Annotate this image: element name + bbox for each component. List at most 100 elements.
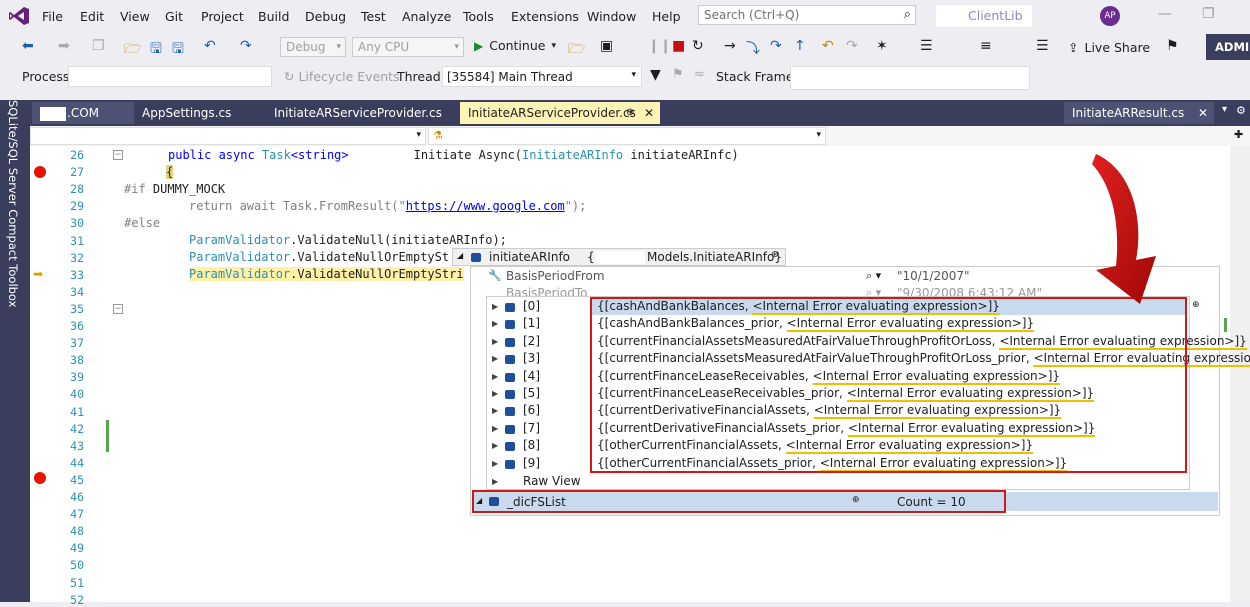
menu-build[interactable]: Build: [258, 9, 289, 24]
screenshot-icon[interactable]: ▣: [600, 38, 613, 54]
menu-debug[interactable]: Debug: [305, 9, 346, 24]
menu-analyze[interactable]: Analyze: [402, 9, 451, 24]
pin-icon[interactable]: ⊕: [626, 102, 634, 124]
admin-badge[interactable]: ADMIN: [1206, 34, 1250, 60]
expand-triangle-icon[interactable]: ▶: [492, 337, 498, 346]
item-index[interactable]: [6]: [523, 403, 540, 417]
split-editor-icon[interactable]: ✚: [1234, 128, 1243, 141]
menu-tools[interactable]: Tools: [463, 9, 494, 24]
hot-reload-icon[interactable]: ✶: [876, 38, 888, 54]
pin-icon[interactable]: ⊕: [771, 250, 779, 260]
expand-triangle-icon[interactable]: ▶: [492, 406, 498, 415]
pin-icon[interactable]: ⊕: [1192, 300, 1200, 310]
forward-icon[interactable]: ➡: [58, 38, 70, 54]
close-icon[interactable]: ✕: [1198, 102, 1208, 124]
item-index[interactable]: [0]: [523, 299, 540, 313]
search-box[interactable]: Search (Ctrl+Q) ⌕: [698, 5, 916, 25]
settings-icon[interactable]: ⚙: [1236, 104, 1246, 117]
search-icon[interactable]: ⌕ ▾: [866, 269, 881, 283]
tab-initiatear-service-provider-1[interactable]: InitiateARServiceProvider.cs: [266, 102, 458, 124]
live-share-button[interactable]: ⇪ Live Share: [1068, 40, 1150, 55]
pause-icon[interactable]: ❙❙: [648, 38, 671, 54]
undo-icon[interactable]: ↶: [822, 38, 834, 54]
flag-icon[interactable]: ⚑: [672, 67, 684, 82]
menu-view[interactable]: View: [120, 9, 150, 24]
tab-initiatear-result[interactable]: InitiateARResult.cs ✕: [1064, 102, 1214, 124]
expand-triangle-icon[interactable]: ▶: [492, 319, 498, 328]
continue-button[interactable]: ▶ Continue ▾: [474, 38, 556, 53]
new-project-icon[interactable]: ❐: [92, 38, 105, 54]
item-index[interactable]: [9]: [523, 456, 540, 470]
menu-test[interactable]: Test: [361, 9, 386, 24]
back-icon[interactable]: ⬅: [22, 38, 34, 54]
project-dropdown[interactable]: ▾: [30, 127, 426, 145]
minimize-icon[interactable]: —: [1158, 6, 1172, 22]
folder-icon[interactable]: 🗁: [568, 38, 585, 62]
item-index[interactable]: [1]: [523, 316, 540, 330]
undo-icon[interactable]: ↶: [204, 38, 216, 54]
raw-view-label[interactable]: Raw View: [523, 474, 581, 488]
filter-icon[interactable]: ▼: [650, 67, 661, 83]
save-icon[interactable]: 🖫: [150, 38, 162, 62]
menu-project[interactable]: Project: [201, 9, 244, 24]
search-icon[interactable]: ⌕: [904, 7, 911, 22]
stack-frame-dropdown[interactable]: [790, 66, 1030, 90]
expand-triangle-icon[interactable]: ▶: [492, 459, 498, 468]
breakpoint-icon[interactable]: [34, 472, 46, 484]
avatar[interactable]: AP: [1100, 6, 1120, 26]
expand-triangle-icon[interactable]: ▶: [492, 441, 498, 450]
tab-com[interactable]: .COM: [32, 102, 134, 124]
menu-git[interactable]: Git: [165, 9, 183, 24]
menu-help[interactable]: Help: [652, 9, 681, 24]
restore-icon[interactable]: ❐: [1202, 6, 1215, 22]
menu-window[interactable]: Window: [587, 9, 636, 24]
collapse-triangle-icon[interactable]: ◢: [457, 251, 463, 260]
redo-icon[interactable]: ↷: [240, 38, 252, 54]
restart-icon[interactable]: ↻: [692, 38, 704, 54]
collapse-icon[interactable]: −: [113, 304, 123, 314]
menu-file[interactable]: File: [42, 9, 63, 24]
tab-initiatear-service-provider-active[interactable]: InitiateARServiceProvider.cs ⊕ ✕: [460, 102, 660, 124]
breakpoint-icon[interactable]: [34, 166, 46, 178]
member-dropdown[interactable]: ⚗ ▾: [428, 127, 826, 145]
feedback-icon[interactable]: ⚑: [1166, 38, 1179, 54]
threads-icon[interactable]: ≈: [694, 67, 705, 82]
indent-icon[interactable]: ≡: [980, 38, 992, 54]
item-index[interactable]: [8]: [523, 438, 540, 452]
close-icon[interactable]: ✕: [644, 102, 654, 124]
comment-icon[interactable]: ☰: [920, 38, 933, 54]
process-dropdown[interactable]: [68, 66, 272, 87]
step-out-icon[interactable]: ↑: [794, 38, 806, 54]
thread-dropdown[interactable]: [35584] Main Thread ▾: [442, 66, 642, 87]
expand-triangle-icon[interactable]: ▶: [492, 372, 498, 381]
expand-triangle-icon[interactable]: ▶: [492, 354, 498, 363]
open-folder-icon[interactable]: 🗁: [124, 38, 141, 62]
redo-icon[interactable]: ↷: [846, 38, 858, 54]
bookmark-icon[interactable]: ☰: [1036, 38, 1049, 54]
stop-icon[interactable]: ■: [672, 38, 685, 54]
item-index[interactable]: [2]: [523, 334, 540, 348]
vertical-scrollbar[interactable]: [1230, 146, 1250, 602]
datatip-header[interactable]: ◢ initiateARInfo { Models.InitiateARInfo…: [452, 248, 786, 266]
collapse-icon[interactable]: −: [113, 150, 123, 160]
item-index[interactable]: [7]: [523, 421, 540, 435]
item-index[interactable]: [5]: [523, 386, 540, 400]
tab-appsettings[interactable]: AppSettings.cs: [134, 102, 264, 124]
menu-edit[interactable]: Edit: [80, 9, 104, 24]
configuration-dropdown[interactable]: Debug ▾: [280, 37, 346, 57]
platform-dropdown[interactable]: Any CPU ▾: [352, 37, 464, 57]
expand-triangle-icon[interactable]: ▶: [492, 424, 498, 433]
sqlite-toolbox-tab[interactable]: SQLite/SQL Server Compact Toolbox: [6, 100, 20, 307]
save-all-icon[interactable]: 🖫: [172, 38, 184, 62]
lifecycle-events-dropdown[interactable]: ↻ Lifecycle Events: [284, 69, 400, 84]
item-index[interactable]: [3]: [523, 351, 540, 365]
expand-triangle-icon[interactable]: ▶: [492, 389, 498, 398]
step-over-icon[interactable]: ↷: [770, 38, 782, 54]
show-next-statement-icon[interactable]: →: [724, 38, 736, 54]
step-into-icon[interactable]: ⤵: [746, 38, 760, 58]
item-index[interactable]: [4]: [523, 369, 540, 383]
tab-overflow-icon[interactable]: ▾: [1222, 104, 1227, 115]
expand-triangle-icon[interactable]: ▶: [492, 302, 498, 311]
menu-extensions[interactable]: Extensions: [511, 9, 579, 24]
expand-triangle-icon[interactable]: ▶: [492, 477, 498, 486]
